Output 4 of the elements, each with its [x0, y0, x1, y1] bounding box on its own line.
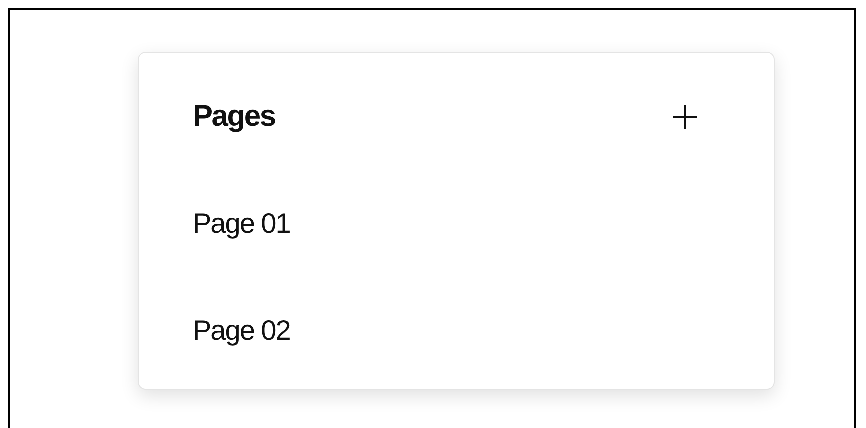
page-item[interactable]: Page 02 [193, 311, 290, 351]
add-icon[interactable] [672, 104, 698, 130]
page-item[interactable]: Page 01 [193, 204, 290, 244]
panel-title: Pages [193, 100, 276, 134]
